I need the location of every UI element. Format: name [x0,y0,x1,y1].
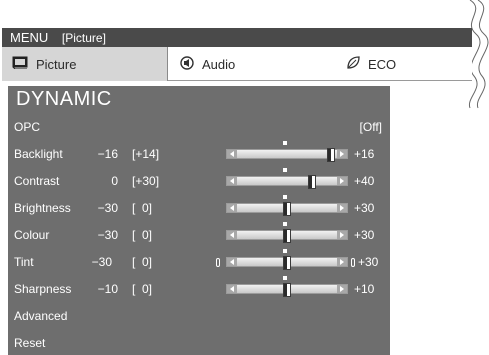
speaker-icon [180,55,194,73]
tab-audio[interactable]: Audio [168,47,336,81]
slider-right-arrow-icon[interactable] [337,258,347,266]
colour-label: Colour [14,228,50,242]
tint-right-cap-icon [351,258,355,267]
advanced-row[interactable]: Advanced [8,305,390,327]
slider-left-arrow-icon[interactable] [227,150,237,158]
tint-slider-knob[interactable] [283,256,291,270]
tint-max: +30 [358,255,379,269]
menu-tabs: Picture Audio ECO [2,47,472,81]
sharpness-min: −10 [97,282,118,296]
slider-center-mark [283,276,287,280]
tab-eco[interactable]: ECO [336,47,472,81]
slider-right-arrow-icon[interactable] [337,150,347,158]
tint-left-cap-icon [216,258,220,267]
colour-max: +30 [354,228,375,242]
brightness-max: +30 [354,201,375,215]
opc-value: [Off] [359,120,382,134]
backlight-slider-knob[interactable] [327,148,335,162]
contrast-min: 0 [111,174,118,188]
slider-right-arrow-icon[interactable] [337,177,347,185]
tint-adjust-value: [ 0] [132,255,153,269]
slider-left-arrow-icon[interactable] [227,258,237,266]
slider-center-mark [283,249,287,253]
sharpness-max: +10 [354,282,375,296]
slider-right-arrow-icon[interactable] [337,231,347,239]
contrast-row[interactable]: Contrast [+30] 0 +40 [8,168,390,192]
colour-min: −30 [97,228,118,242]
tint-slider[interactable] [226,249,348,270]
tab-eco-label: ECO [368,56,397,72]
tint-row[interactable]: Tint [ 0] −30 +30 [8,249,390,273]
brightness-slider-knob[interactable] [283,202,291,216]
sharpness-adjust-value: [ 0] [132,282,153,296]
brightness-adjust-value: [ 0] [132,201,153,215]
slider-left-arrow-icon[interactable] [227,204,237,212]
contrast-max: +40 [354,174,375,188]
contrast-slider[interactable] [226,168,348,189]
backlight-adjust-value: [+14] [132,147,160,161]
slider-center-mark [283,195,287,199]
sharpness-label: Sharpness [14,282,72,296]
menu-section: [Picture] [61,31,106,45]
opc-row[interactable]: OPC [Off] [8,116,390,138]
tab-picture[interactable]: Picture [2,47,168,81]
colour-slider[interactable] [226,222,348,243]
menu-title: MENU [10,30,49,45]
contrast-label: Contrast [14,174,60,188]
backlight-slider[interactable] [226,141,348,162]
sharpness-row[interactable]: Sharpness [ 0] −10 +10 [8,276,390,300]
picture-mode-title: DYNAMIC [16,88,112,110]
brightness-label: Brightness [14,201,71,215]
picture-settings-panel: DYNAMIC OPC [Off] Backlight [+14] −16 +1… [8,86,390,355]
colour-row[interactable]: Colour [ 0] −30 +30 [8,222,390,246]
brightness-min: −30 [97,201,118,215]
reset-row[interactable]: Reset [8,332,390,354]
colour-slider-knob[interactable] [283,229,291,243]
opc-label: OPC [14,120,41,134]
slider-left-arrow-icon[interactable] [227,231,237,239]
slider-center-mark [283,222,287,226]
tab-audio-label: Audio [202,56,236,72]
picture-icon [12,56,28,72]
slider-center-mark [283,168,287,172]
menu-header: MENU [Picture] [2,28,472,47]
backlight-label: Backlight [14,147,63,161]
slider-right-arrow-icon[interactable] [337,285,347,293]
tint-label: Tint [14,255,34,269]
tab-picture-label: Picture [36,56,77,72]
colour-adjust-value: [ 0] [132,228,153,242]
brightness-slider[interactable] [226,195,348,216]
contrast-adjust-value: [+30] [132,174,160,188]
advanced-label: Advanced [14,309,68,323]
backlight-max: +16 [354,147,375,161]
sharpness-slider[interactable] [226,276,348,297]
backlight-row[interactable]: Backlight [+14] −16 +16 [8,141,390,165]
slider-right-arrow-icon[interactable] [337,204,347,212]
brightness-row[interactable]: Brightness [ 0] −30 +30 [8,195,390,219]
slider-left-arrow-icon[interactable] [227,177,237,185]
contrast-slider-knob[interactable] [308,175,316,189]
reset-label: Reset [14,336,46,350]
slider-center-mark [283,141,287,145]
sharpness-slider-knob[interactable] [283,283,291,297]
leaf-icon [346,56,360,72]
backlight-min: −16 [97,147,118,161]
tint-min: −30 [91,255,112,269]
slider-left-arrow-icon[interactable] [227,285,237,293]
